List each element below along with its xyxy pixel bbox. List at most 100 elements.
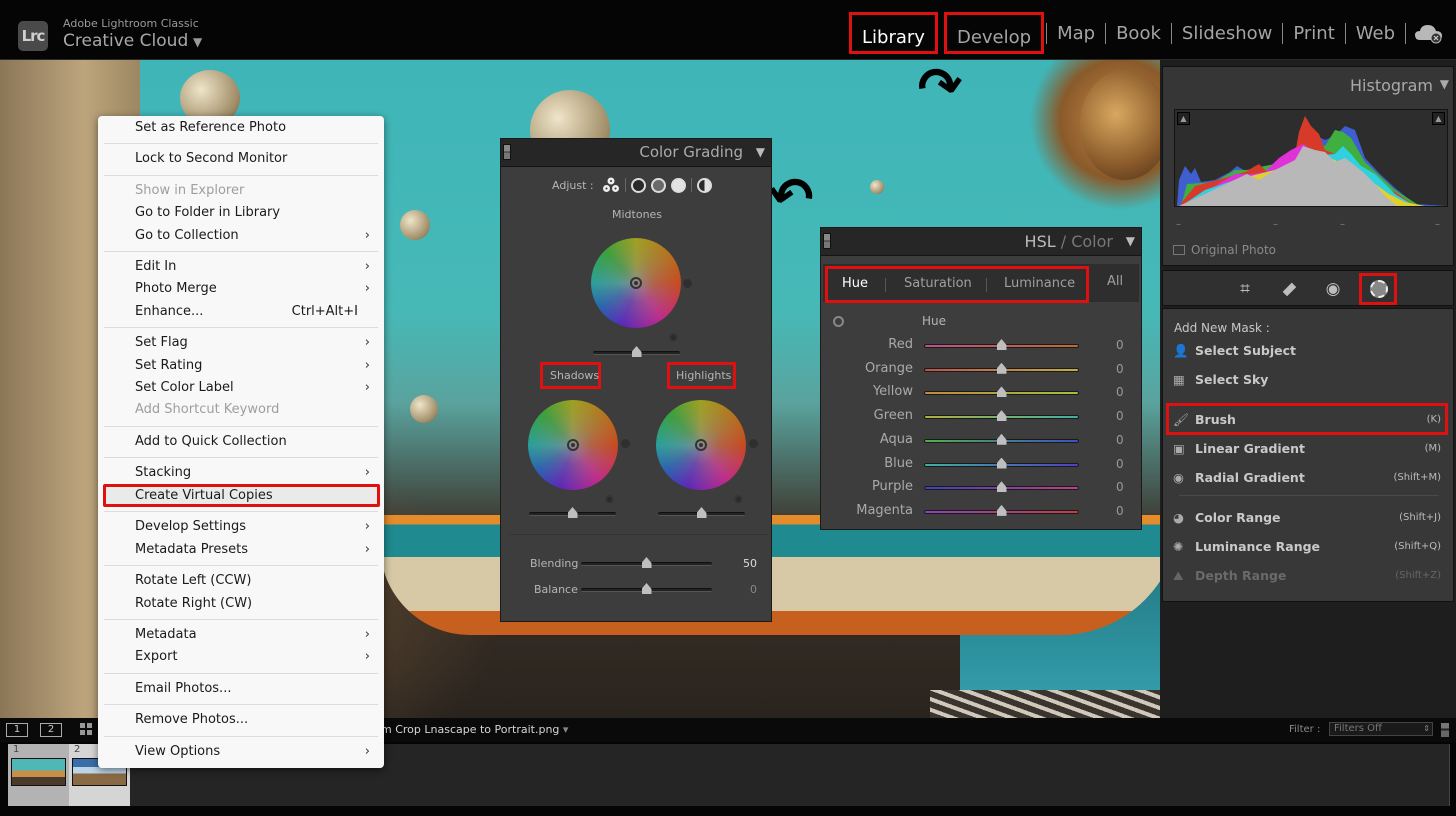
module-book[interactable]: Book	[1105, 22, 1171, 44]
shadows-luminance-slider[interactable]	[529, 507, 616, 518]
wheel-hue-dot[interactable]	[749, 439, 758, 448]
hsl-slider[interactable]	[924, 481, 1079, 493]
midtones-luminance-slider[interactable]	[593, 346, 680, 357]
slider-thumb[interactable]	[696, 507, 707, 518]
wheel-hue-dot[interactable]	[683, 279, 692, 288]
menu-item-email-photos[interactable]: Email Photos...	[98, 678, 384, 700]
shadows-mode-icon[interactable]	[631, 177, 646, 193]
checkbox[interactable]	[1173, 245, 1185, 255]
menu-item-remove-photos[interactable]: Remove Photos...	[98, 709, 384, 731]
healing-icon[interactable]: ▬	[1272, 272, 1306, 306]
module-library[interactable]: Library	[849, 12, 938, 54]
hsl-value[interactable]: 0	[1116, 409, 1124, 423]
module-print[interactable]: Print	[1282, 22, 1344, 44]
highlights-luminance-slider[interactable]	[658, 507, 745, 518]
crop-icon[interactable]: ⌗	[1233, 277, 1257, 301]
midtones-mode-icon[interactable]	[651, 177, 666, 193]
slider-thumb[interactable]	[996, 339, 1007, 350]
dropdown-icon[interactable]: ▾	[563, 723, 569, 736]
wheel-handle[interactable]	[695, 439, 707, 451]
slider-thumb[interactable]	[641, 583, 652, 594]
grid-view-icon[interactable]	[80, 723, 93, 736]
menu-item-add-to-quick-collection[interactable]: Add to Quick Collection	[98, 431, 384, 453]
hsl-value[interactable]: 0	[1116, 362, 1124, 376]
hsl-slider[interactable]	[924, 457, 1079, 469]
wheel-handle[interactable]	[567, 439, 579, 451]
hsl-value[interactable]: 0	[1116, 480, 1124, 494]
slider-thumb[interactable]	[567, 507, 578, 518]
eye-icon[interactable]: ◉	[605, 494, 614, 505]
mask-radial-gradient[interactable]: ◉ Radial Gradient (Shift+M)	[1173, 466, 1443, 490]
color-grading-header[interactable]: Color Grading ▼	[501, 139, 771, 167]
original-photo-toggle[interactable]: Original Photo	[1173, 243, 1276, 257]
menu-item-metadata[interactable]: Metadata ›	[98, 624, 384, 646]
mask-luminance-range[interactable]: ✺ Luminance Range (Shift+Q)	[1173, 535, 1443, 559]
menu-item-go-to-collection[interactable]: Go to Collection ›	[98, 225, 384, 247]
menu-item-enhance[interactable]: Enhance... Ctrl+Alt+I	[98, 301, 384, 323]
eye-icon[interactable]: ◉	[734, 494, 743, 505]
menu-item-rotate-left-ccw[interactable]: Rotate Left (CCW)	[98, 570, 384, 592]
second-window-button[interactable]: 2	[40, 723, 62, 737]
hsl-slider[interactable]	[924, 504, 1079, 516]
menu-item-edit-in[interactable]: Edit In ›	[98, 256, 384, 278]
mask-color-range[interactable]: ◕ Color Range (Shift+J)	[1173, 506, 1443, 530]
global-mode-icon[interactable]	[697, 177, 712, 193]
filmstrip-thumb[interactable]: 1	[8, 744, 69, 806]
hsl-slider[interactable]	[924, 386, 1079, 398]
highlight-clipping-icon[interactable]: ▲	[1432, 112, 1445, 125]
hsl-slider[interactable]	[924, 433, 1079, 445]
highlights-color-wheel[interactable]	[656, 400, 746, 490]
balance-value[interactable]: 0	[727, 583, 757, 596]
hsl-value[interactable]: 0	[1116, 433, 1124, 447]
target-adjustment-icon[interactable]	[833, 316, 844, 327]
menu-item-export[interactable]: Export ›	[98, 646, 384, 668]
hsl-slider[interactable]	[924, 339, 1079, 350]
histogram-title[interactable]: Histogram	[1350, 76, 1433, 95]
identity-plate[interactable]: Creative Cloud	[63, 31, 188, 51]
collapse-triangle-icon[interactable]: ▼	[756, 145, 765, 159]
module-map[interactable]: Map	[1046, 22, 1105, 44]
wheel-handle[interactable]	[630, 277, 642, 289]
eye-icon[interactable]: ◉	[669, 332, 678, 343]
hsl-title-color[interactable]: Color	[1071, 232, 1113, 251]
mask-select-sky[interactable]: ▦ Select Sky	[1173, 368, 1443, 392]
blending-slider[interactable]	[581, 557, 712, 568]
slider-thumb[interactable]	[996, 362, 1007, 374]
mask-select-subject[interactable]: 👤 Select Subject	[1173, 339, 1443, 363]
menu-item-go-to-folder-in-library[interactable]: Go to Folder in Library	[98, 202, 384, 224]
panel-switch-icon[interactable]	[823, 233, 831, 249]
menu-item-lock-to-second-monitor[interactable]: Lock to Second Monitor	[98, 148, 384, 170]
menu-item-view-options[interactable]: View Options ›	[98, 741, 384, 763]
mask-linear-gradient[interactable]: ▣ Linear Gradient (M)	[1173, 437, 1443, 461]
redeye-icon[interactable]: ◉	[1321, 277, 1345, 301]
slider-thumb[interactable]	[996, 386, 1007, 398]
menu-item-photo-merge[interactable]: Photo Merge ›	[98, 278, 384, 300]
collapse-triangle-icon[interactable]: ▼	[1126, 234, 1135, 248]
menu-item-rotate-right-cw[interactable]: Rotate Right (CW)	[98, 593, 384, 615]
slider-thumb[interactable]	[631, 346, 642, 357]
module-web[interactable]: Web	[1344, 22, 1406, 44]
collapse-triangle-icon[interactable]: ▼	[1440, 77, 1449, 91]
menu-item-stacking[interactable]: Stacking ›	[98, 462, 384, 484]
hsl-title-main[interactable]: HSL	[1025, 232, 1056, 251]
module-develop[interactable]: Develop	[943, 12, 1045, 54]
hsl-slider[interactable]	[924, 362, 1079, 374]
hsl-value[interactable]: 0	[1116, 385, 1124, 399]
identity-dropdown-icon[interactable]: ▼	[193, 35, 202, 49]
menu-item-set-flag[interactable]: Set Flag ›	[98, 332, 384, 354]
cloud-sync-icon[interactable]	[1414, 22, 1444, 44]
slider-thumb[interactable]	[996, 481, 1007, 493]
menu-item-set-color-label[interactable]: Set Color Label ›	[98, 377, 384, 399]
slider-thumb[interactable]	[641, 557, 652, 568]
three-way-icon[interactable]	[602, 177, 620, 193]
hsl-value[interactable]: 0	[1116, 457, 1124, 471]
tab-all[interactable]: All	[1107, 274, 1123, 289]
wheel-hue-dot[interactable]	[621, 439, 630, 448]
slider-thumb[interactable]	[996, 433, 1007, 445]
highlights-mode-icon[interactable]	[671, 177, 686, 193]
menu-item-set-rating[interactable]: Set Rating ›	[98, 355, 384, 377]
midtones-color-wheel[interactable]	[591, 238, 681, 328]
main-window-button[interactable]: 1	[6, 723, 28, 737]
hsl-value[interactable]: 0	[1116, 504, 1124, 518]
menu-item-metadata-presets[interactable]: Metadata Presets ›	[98, 539, 384, 561]
